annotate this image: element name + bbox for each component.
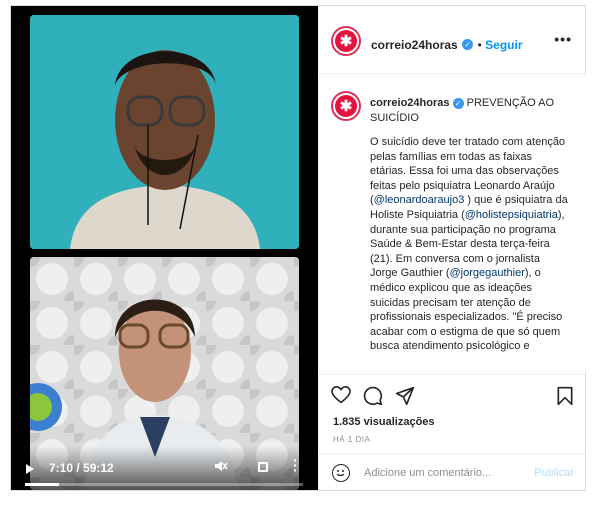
comment-bubble-icon[interactable] xyxy=(363,386,383,409)
avatar[interactable]: ✱ xyxy=(331,26,361,56)
brand-asterisk-icon: ✱ xyxy=(335,95,357,117)
comment-input[interactable]: Adicione um comentário... xyxy=(364,467,491,479)
post-header: ✱ correio24horas ✓ • Seguir ••• xyxy=(319,6,586,74)
video-controls: 7:10 / 59:12 · · · xyxy=(11,446,318,490)
views-number: 1.835 xyxy=(333,416,361,428)
video-player[interactable]: 7:10 / 59:12 · · · xyxy=(11,6,318,490)
follow-button[interactable]: Seguir xyxy=(485,38,522,52)
person-top-image xyxy=(30,15,299,249)
views-label: visualizações xyxy=(363,416,435,428)
action-bar: 1.835 visualizações HÁ 1 DIA Adicione um… xyxy=(319,374,586,490)
like-heart-icon[interactable] xyxy=(331,385,351,407)
video-more-icon[interactable]: · · · xyxy=(293,453,298,477)
views-count: 1.835 visualizações xyxy=(333,416,435,428)
video-time: 7:10 / 59:12 xyxy=(49,461,114,475)
more-options-icon[interactable]: ••• xyxy=(554,32,572,46)
brand-asterisk-icon: ✱ xyxy=(335,30,357,52)
caption-area: ✱ correio24horas ✓ PREVENÇÃO AO SUICÍDIO… xyxy=(319,75,586,371)
caption-scrollbar[interactable] xyxy=(582,75,586,371)
mention-link[interactable]: @jorgegauthier xyxy=(449,267,524,279)
posted-ago[interactable]: HÁ 1 DIA xyxy=(333,435,370,444)
post-modal: 7:10 / 59:12 · · · ✱ correio24horas ✓ • Se… xyxy=(10,5,586,491)
publish-button[interactable]: Publicar xyxy=(534,467,574,479)
caption-body: O suicídio deve ter tratado com atenção … xyxy=(370,135,570,354)
caption-heading: correio24horas ✓ PREVENÇÃO AO SUICÍDIO xyxy=(370,96,575,125)
mention-link[interactable]: @leonardoaraujo3 xyxy=(374,194,465,206)
mute-icon[interactable] xyxy=(214,459,228,475)
comment-bar: Adicione um comentário... Publicar xyxy=(319,453,586,491)
fullscreen-icon[interactable] xyxy=(258,462,268,472)
video-progress-fill xyxy=(25,483,59,486)
save-bookmark-icon[interactable] xyxy=(556,386,574,409)
play-icon[interactable] xyxy=(26,464,34,474)
video-feed-top xyxy=(30,15,299,249)
post-username[interactable]: correio24horas xyxy=(371,38,458,52)
caption-text-4: ), o médico explicou que as ideações sui… xyxy=(370,267,563,353)
post-sidebar: ✱ correio24horas ✓ • Seguir ••• ✱ correi… xyxy=(318,6,586,490)
emoji-icon[interactable] xyxy=(332,464,350,482)
caption-avatar[interactable]: ✱ xyxy=(331,91,361,121)
caption-username[interactable]: correio24horas xyxy=(370,97,449,109)
share-plane-icon[interactable] xyxy=(395,386,415,409)
video-progress-track[interactable] xyxy=(25,483,303,486)
verified-icon: ✓ xyxy=(462,39,474,51)
verified-icon: ✓ xyxy=(452,97,464,109)
mention-link[interactable]: @holistepsiquiatria xyxy=(465,209,558,221)
